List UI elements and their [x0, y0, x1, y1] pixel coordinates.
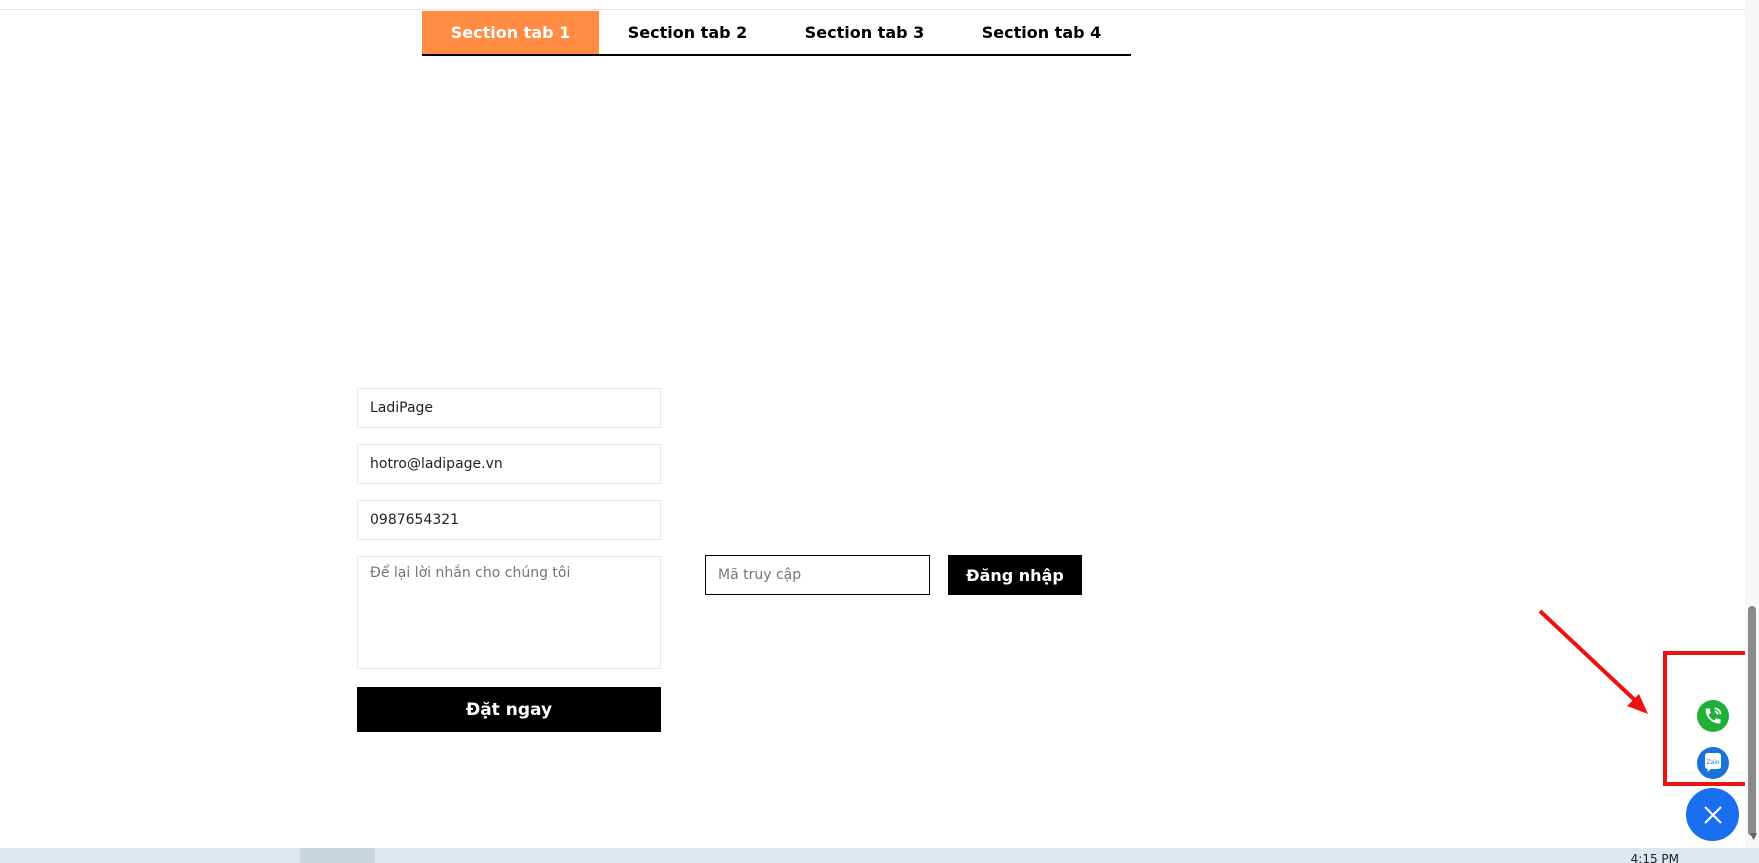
zalo-button[interactable]: Zalo	[1697, 747, 1729, 779]
message-field[interactable]	[357, 556, 661, 669]
call-button[interactable]	[1697, 700, 1729, 732]
phone-icon	[1705, 707, 1722, 724]
top-divider	[0, 9, 1745, 10]
scroll-thumb[interactable]	[1748, 606, 1756, 836]
tab-section-3[interactable]: Section tab 3	[776, 11, 953, 54]
access-code-input[interactable]	[705, 555, 930, 595]
login-button[interactable]: Đăng nhập	[948, 555, 1082, 595]
scroll-down-icon[interactable]: ▼	[1750, 832, 1757, 842]
phone-field[interactable]	[357, 500, 661, 540]
taskbar	[0, 848, 1759, 863]
tab-section-4[interactable]: Section tab 4	[953, 11, 1130, 54]
order-now-button[interactable]: Đặt ngay	[357, 687, 661, 732]
taskbar-clock: 4:15 PM	[1630, 852, 1679, 863]
close-icon	[1703, 805, 1722, 824]
vertical-scrollbar[interactable]: ▼	[1745, 0, 1759, 848]
name-field[interactable]	[357, 388, 661, 428]
annotation-arrow	[1538, 609, 1648, 714]
zalo-icon: Zalo	[1705, 753, 1721, 772]
tab-section-2[interactable]: Section tab 2	[599, 11, 776, 54]
close-widget-button[interactable]	[1686, 788, 1739, 841]
section-tabs: Section tab 1 Section tab 2 Section tab …	[422, 11, 1131, 56]
tab-section-1[interactable]: Section tab 1	[422, 11, 599, 54]
taskbar-active-app[interactable]	[300, 848, 375, 863]
email-field[interactable]	[357, 444, 661, 484]
svg-text:Zalo: Zalo	[1706, 759, 1719, 766]
